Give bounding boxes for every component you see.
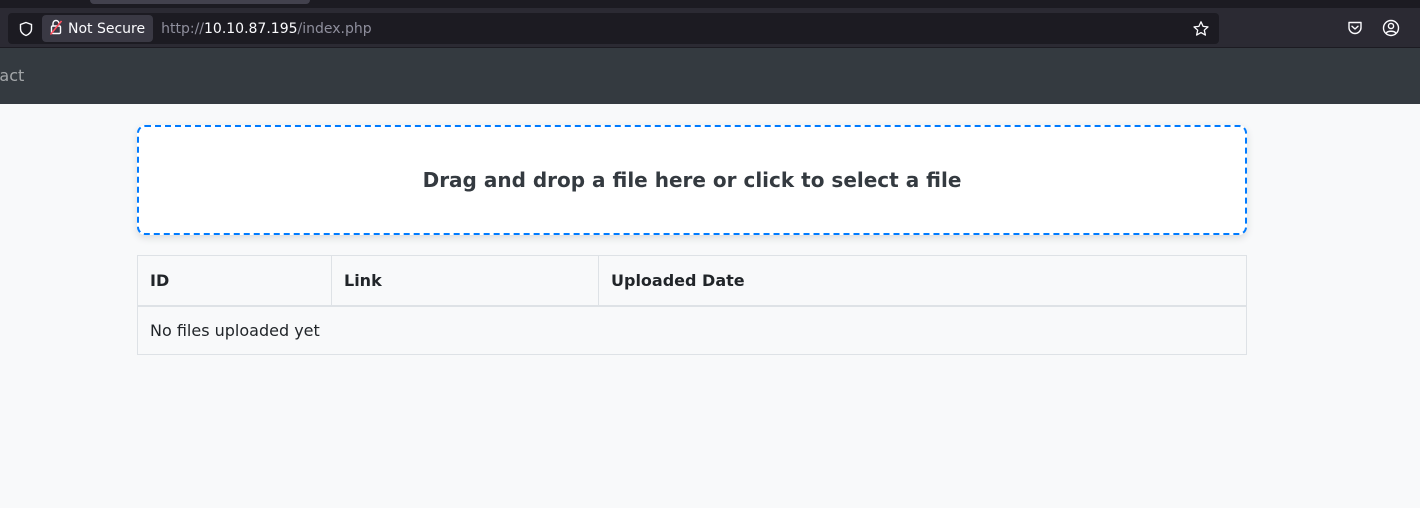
table-header-id: ID	[137, 255, 332, 307]
pocket-icon[interactable]	[1343, 16, 1367, 40]
nav-link-contact[interactable]: ntact	[0, 66, 24, 85]
main-container: Drag and drop a file here or click to se…	[137, 125, 1247, 355]
file-dropzone[interactable]: Drag and drop a file here or click to se…	[137, 125, 1247, 235]
toolbar-right	[1220, 13, 1420, 44]
table-header-row: ID Link Uploaded Date	[137, 255, 1247, 307]
url-path: /index.php	[297, 20, 372, 37]
lock-insecure-icon	[49, 19, 63, 39]
site-navbar: ntact	[0, 48, 1420, 104]
account-icon[interactable]	[1379, 16, 1403, 40]
active-tab[interactable]	[90, 0, 310, 4]
table-row: No files uploaded yet	[137, 305, 1247, 355]
empty-table-message: No files uploaded yet	[137, 305, 1247, 355]
url-prefix: http://	[161, 20, 204, 37]
star-icon[interactable]	[1189, 17, 1213, 41]
url-bar[interactable]: Not Secure http://10.10.87.195/index.php	[8, 13, 1219, 44]
shield-icon[interactable]	[11, 13, 41, 44]
site-security-indicator[interactable]: Not Secure	[42, 15, 154, 42]
table-header-link: Link	[331, 255, 599, 307]
uploaded-files-table: ID Link Uploaded Date No files uploaded …	[137, 255, 1247, 355]
dropzone-text: Drag and drop a file here or click to se…	[422, 168, 962, 192]
tab-strip	[0, 0, 1420, 8]
security-label: Not Secure	[68, 20, 146, 37]
url-host: 10.10.87.195	[204, 20, 298, 37]
table-header-uploaded-date: Uploaded Date	[598, 255, 1247, 307]
browser-toolbar: Not Secure http://10.10.87.195/index.php	[0, 0, 1420, 48]
url-text[interactable]: http://10.10.87.195/index.php	[161, 21, 372, 37]
